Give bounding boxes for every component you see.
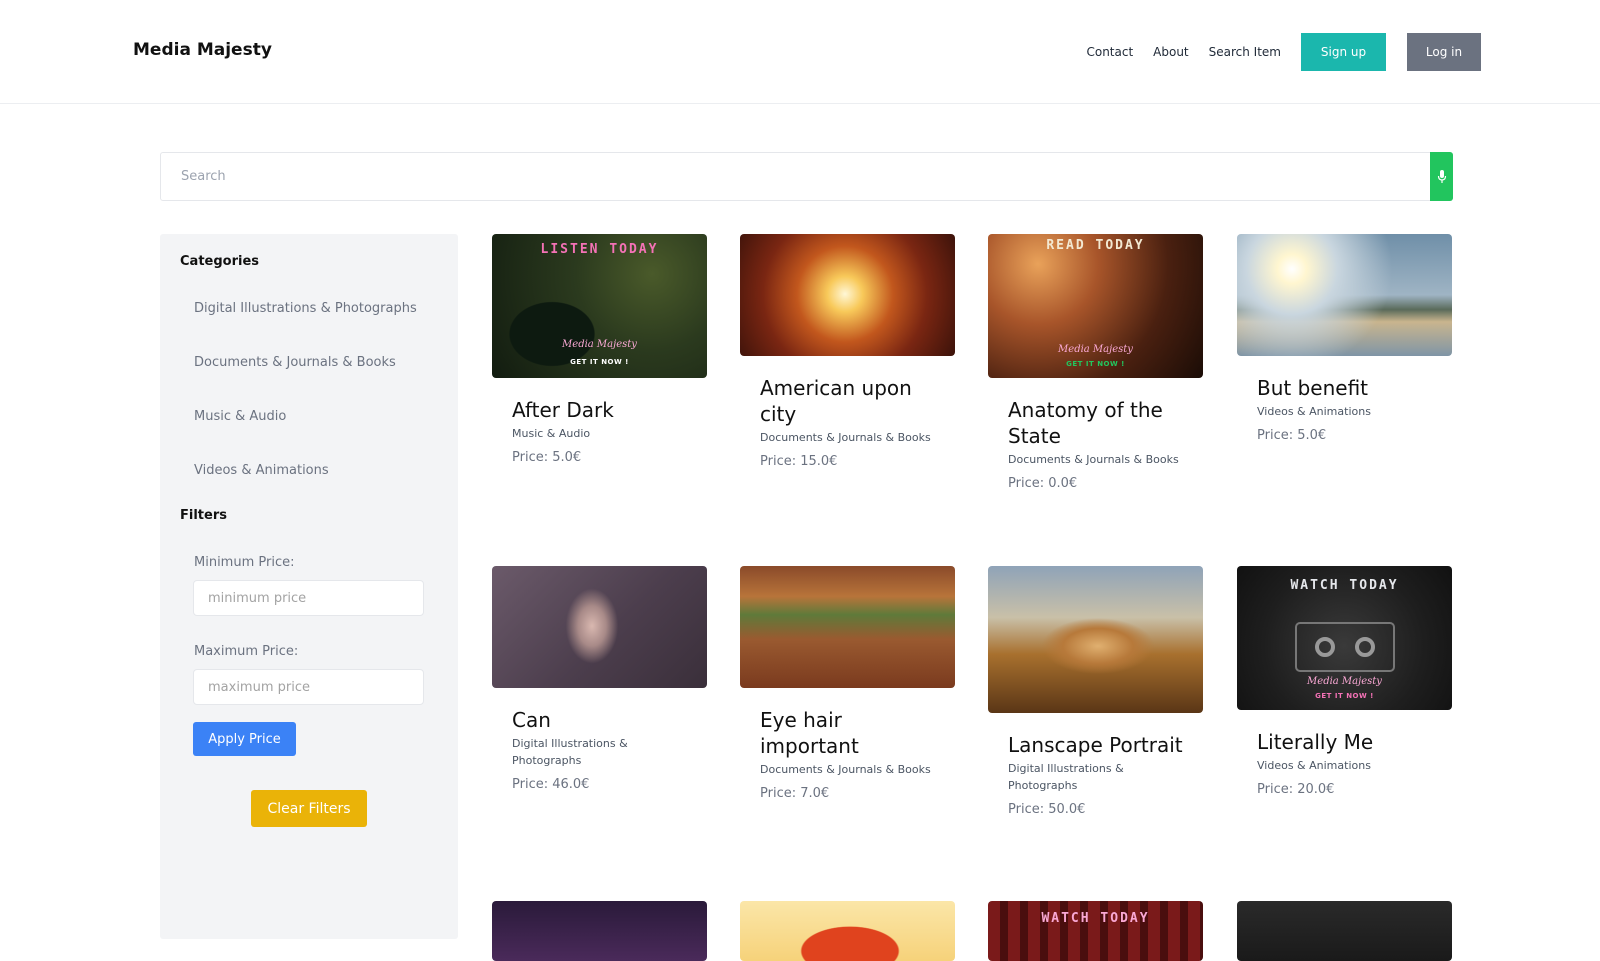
apply-price-button[interactable]: Apply Price <box>193 722 296 756</box>
login-button[interactable]: Log in <box>1407 33 1481 71</box>
product-title: After Dark <box>512 398 614 422</box>
max-price-input[interactable] <box>193 669 424 705</box>
product-title: Eye hair important <box>760 708 859 758</box>
product-image-plaid-watch: WATCH TODAY <box>988 901 1203 961</box>
product-image-sunny-beach <box>1237 234 1452 356</box>
voice-search-button[interactable] <box>1430 152 1453 201</box>
category-documents[interactable]: Documents & Journals & Books <box>194 355 396 370</box>
product-title: Anatomy of the State <box>1008 398 1163 448</box>
category-music-audio[interactable]: Music & Audio <box>194 409 286 424</box>
product-card[interactable] <box>492 901 707 961</box>
product-card[interactable]: READ TODAY Media Majesty GET IT NOW ! An… <box>988 234 1203 491</box>
product-image-building-courtyard-sky <box>740 234 955 356</box>
categories-heading: Categories <box>180 254 260 269</box>
product-category: Digital Illustrations & Photographs <box>1008 762 1124 792</box>
product-card[interactable] <box>1237 901 1452 961</box>
category-digital-illustrations[interactable]: Digital Illustrations & Photographs <box>194 301 417 316</box>
signup-button[interactable]: Sign up <box>1301 33 1386 71</box>
product-category: Documents & Journals & Books <box>1008 453 1179 466</box>
product-title: Lanscape Portrait <box>1008 733 1183 757</box>
product-card[interactable]: LISTEN TODAY Media Majesty GET IT NOW ! … <box>492 234 707 465</box>
product-image-autumn-path <box>740 566 955 688</box>
product-image-vinyl-turntable: LISTEN TODAY Media Majesty GET IT NOW ! <box>492 234 707 378</box>
product-price: Price: 7.0€ <box>760 786 830 801</box>
product-card[interactable]: Eye hair important Documents & Journals … <box>740 566 955 801</box>
filters-heading: Filters <box>180 508 227 523</box>
product-category: Music & Audio <box>512 427 591 440</box>
product-image-desert-rock-painting <box>988 566 1203 713</box>
product-price: Price: 50.0€ <box>1008 802 1086 817</box>
min-price-label: Minimum Price: <box>194 555 295 570</box>
product-title: American upon city <box>760 376 912 426</box>
search-input[interactable] <box>161 153 1431 200</box>
product-category: Documents & Journals & Books <box>760 763 931 776</box>
product-category: Documents & Journals & Books <box>760 431 931 444</box>
product-card[interactable]: Can Digital Illustrations & Photographs … <box>492 566 707 792</box>
microphone-icon <box>1437 169 1446 183</box>
search-bar <box>160 152 1453 201</box>
product-card[interactable] <box>740 901 955 961</box>
max-price-label: Maximum Price: <box>194 644 299 659</box>
product-price: Price: 5.0€ <box>1257 428 1327 443</box>
product-category: Videos & Animations <box>1257 405 1371 418</box>
product-price: Price: 20.0€ <box>1257 782 1335 797</box>
product-title: Can <box>512 708 551 732</box>
product-card[interactable]: American upon city Documents & Journals … <box>740 234 955 469</box>
product-title: Literally Me <box>1257 730 1374 754</box>
product-price: Price: 15.0€ <box>760 454 838 469</box>
product-image-typewriter-lamp: READ TODAY Media Majesty GET IT NOW ! <box>988 234 1203 378</box>
product-image-purple-dusk <box>492 901 707 961</box>
filter-sidebar: Categories Digital Illustrations & Photo… <box>160 234 458 939</box>
product-image-hand-on-wet-glass <box>492 566 707 688</box>
product-image-dark-texture <box>1237 901 1452 961</box>
nav-contact-link[interactable]: Contact <box>1086 45 1133 59</box>
product-price: Price: 5.0€ <box>512 450 582 465</box>
product-price: Price: 0.0€ <box>1008 476 1078 491</box>
min-price-input[interactable] <box>193 580 424 616</box>
product-price: Price: 46.0€ <box>512 777 590 792</box>
product-category: Digital Illustrations & Photographs <box>512 737 628 767</box>
product-card[interactable]: Lanscape Portrait Digital Illustrations … <box>988 566 1203 817</box>
top-navbar: Media Majesty Contact About Search Item … <box>0 0 1600 104</box>
product-image-cassette-tape: WATCH TODAY Media Majesty GET IT NOW ! <box>1237 566 1452 710</box>
nav-links: Contact About Search Item Sign up Log in <box>1086 33 1481 71</box>
nav-about-link[interactable]: About <box>1153 45 1188 59</box>
nav-search-item-link[interactable]: Search Item <box>1209 45 1281 59</box>
product-image-sunset-silhouette <box>740 901 955 961</box>
category-videos[interactable]: Videos & Animations <box>194 463 329 478</box>
clear-filters-button[interactable]: Clear Filters <box>251 790 367 827</box>
product-card[interactable]: WATCH TODAY Media Majesty GET IT NOW ! L… <box>1237 566 1452 797</box>
product-card[interactable]: But benefit Videos & Animations Price: 5… <box>1237 234 1452 443</box>
product-category: Videos & Animations <box>1257 759 1371 772</box>
brand-logo[interactable]: Media Majesty <box>133 40 272 60</box>
product-title: But benefit <box>1257 376 1369 400</box>
product-card[interactable]: WATCH TODAY <box>988 901 1203 961</box>
